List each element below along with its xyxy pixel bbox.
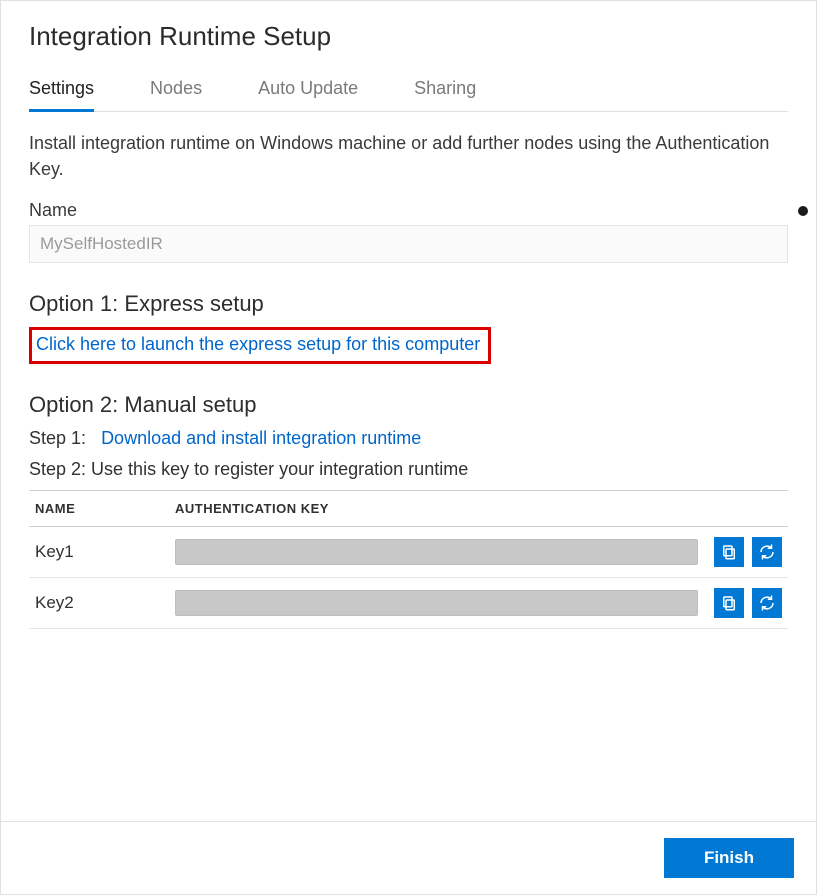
tab-sharing[interactable]: Sharing (414, 70, 476, 112)
page-title: Integration Runtime Setup (29, 21, 788, 52)
step2-text: Step 2: Use this key to register your in… (29, 459, 468, 479)
copy-key-button[interactable] (714, 537, 744, 567)
key-value-cell (169, 578, 704, 629)
regenerate-key-button[interactable] (752, 588, 782, 618)
dialog-footer: Finish (1, 821, 816, 894)
refresh-icon (758, 543, 776, 561)
step1-row: Step 1: Download and install integration… (29, 428, 788, 449)
tab-nodes[interactable]: Nodes (150, 70, 202, 112)
auth-key-table: NAME AUTHENTICATION KEY Key1 (29, 490, 788, 629)
key-name-cell: Key1 (29, 527, 169, 578)
intro-text: Install integration runtime on Windows m… (29, 130, 788, 182)
download-runtime-link[interactable]: Download and install integration runtime (101, 428, 421, 448)
table-row: Key2 (29, 578, 788, 629)
table-row: Key1 (29, 527, 788, 578)
express-link-highlight: Click here to launch the express setup f… (29, 327, 491, 364)
finish-button[interactable]: Finish (664, 838, 794, 878)
key-actions-cell (704, 578, 788, 629)
key-name-cell: Key2 (29, 578, 169, 629)
integration-runtime-setup-dialog: Integration Runtime Setup Settings Nodes… (0, 0, 817, 895)
key-actions-cell (704, 527, 788, 578)
tab-auto-update[interactable]: Auto Update (258, 70, 358, 112)
dialog-content: Integration Runtime Setup Settings Nodes… (1, 1, 816, 821)
key-value-cell (169, 527, 704, 578)
copy-icon (720, 543, 738, 561)
regenerate-key-button[interactable] (752, 537, 782, 567)
tab-settings[interactable]: Settings (29, 70, 94, 112)
auth-key-masked[interactable] (175, 590, 698, 616)
copy-icon (720, 594, 738, 612)
name-input[interactable] (29, 225, 788, 263)
refresh-icon (758, 594, 776, 612)
col-header-authkey: AUTHENTICATION KEY (169, 491, 704, 527)
option1-title: Option 1: Express setup (29, 291, 788, 317)
col-header-name: NAME (29, 491, 169, 527)
col-header-actions (704, 491, 788, 527)
tab-bar: Settings Nodes Auto Update Sharing (29, 70, 788, 112)
step1-label: Step 1: (29, 428, 86, 448)
name-label-row: Name (29, 200, 788, 221)
name-label: Name (29, 200, 77, 221)
copy-key-button[interactable] (714, 588, 744, 618)
option2-title: Option 2: Manual setup (29, 392, 788, 418)
info-icon[interactable] (798, 206, 808, 216)
express-setup-link[interactable]: Click here to launch the express setup f… (36, 334, 480, 354)
auth-key-masked[interactable] (175, 539, 698, 565)
step2-row: Step 2: Use this key to register your in… (29, 459, 788, 480)
